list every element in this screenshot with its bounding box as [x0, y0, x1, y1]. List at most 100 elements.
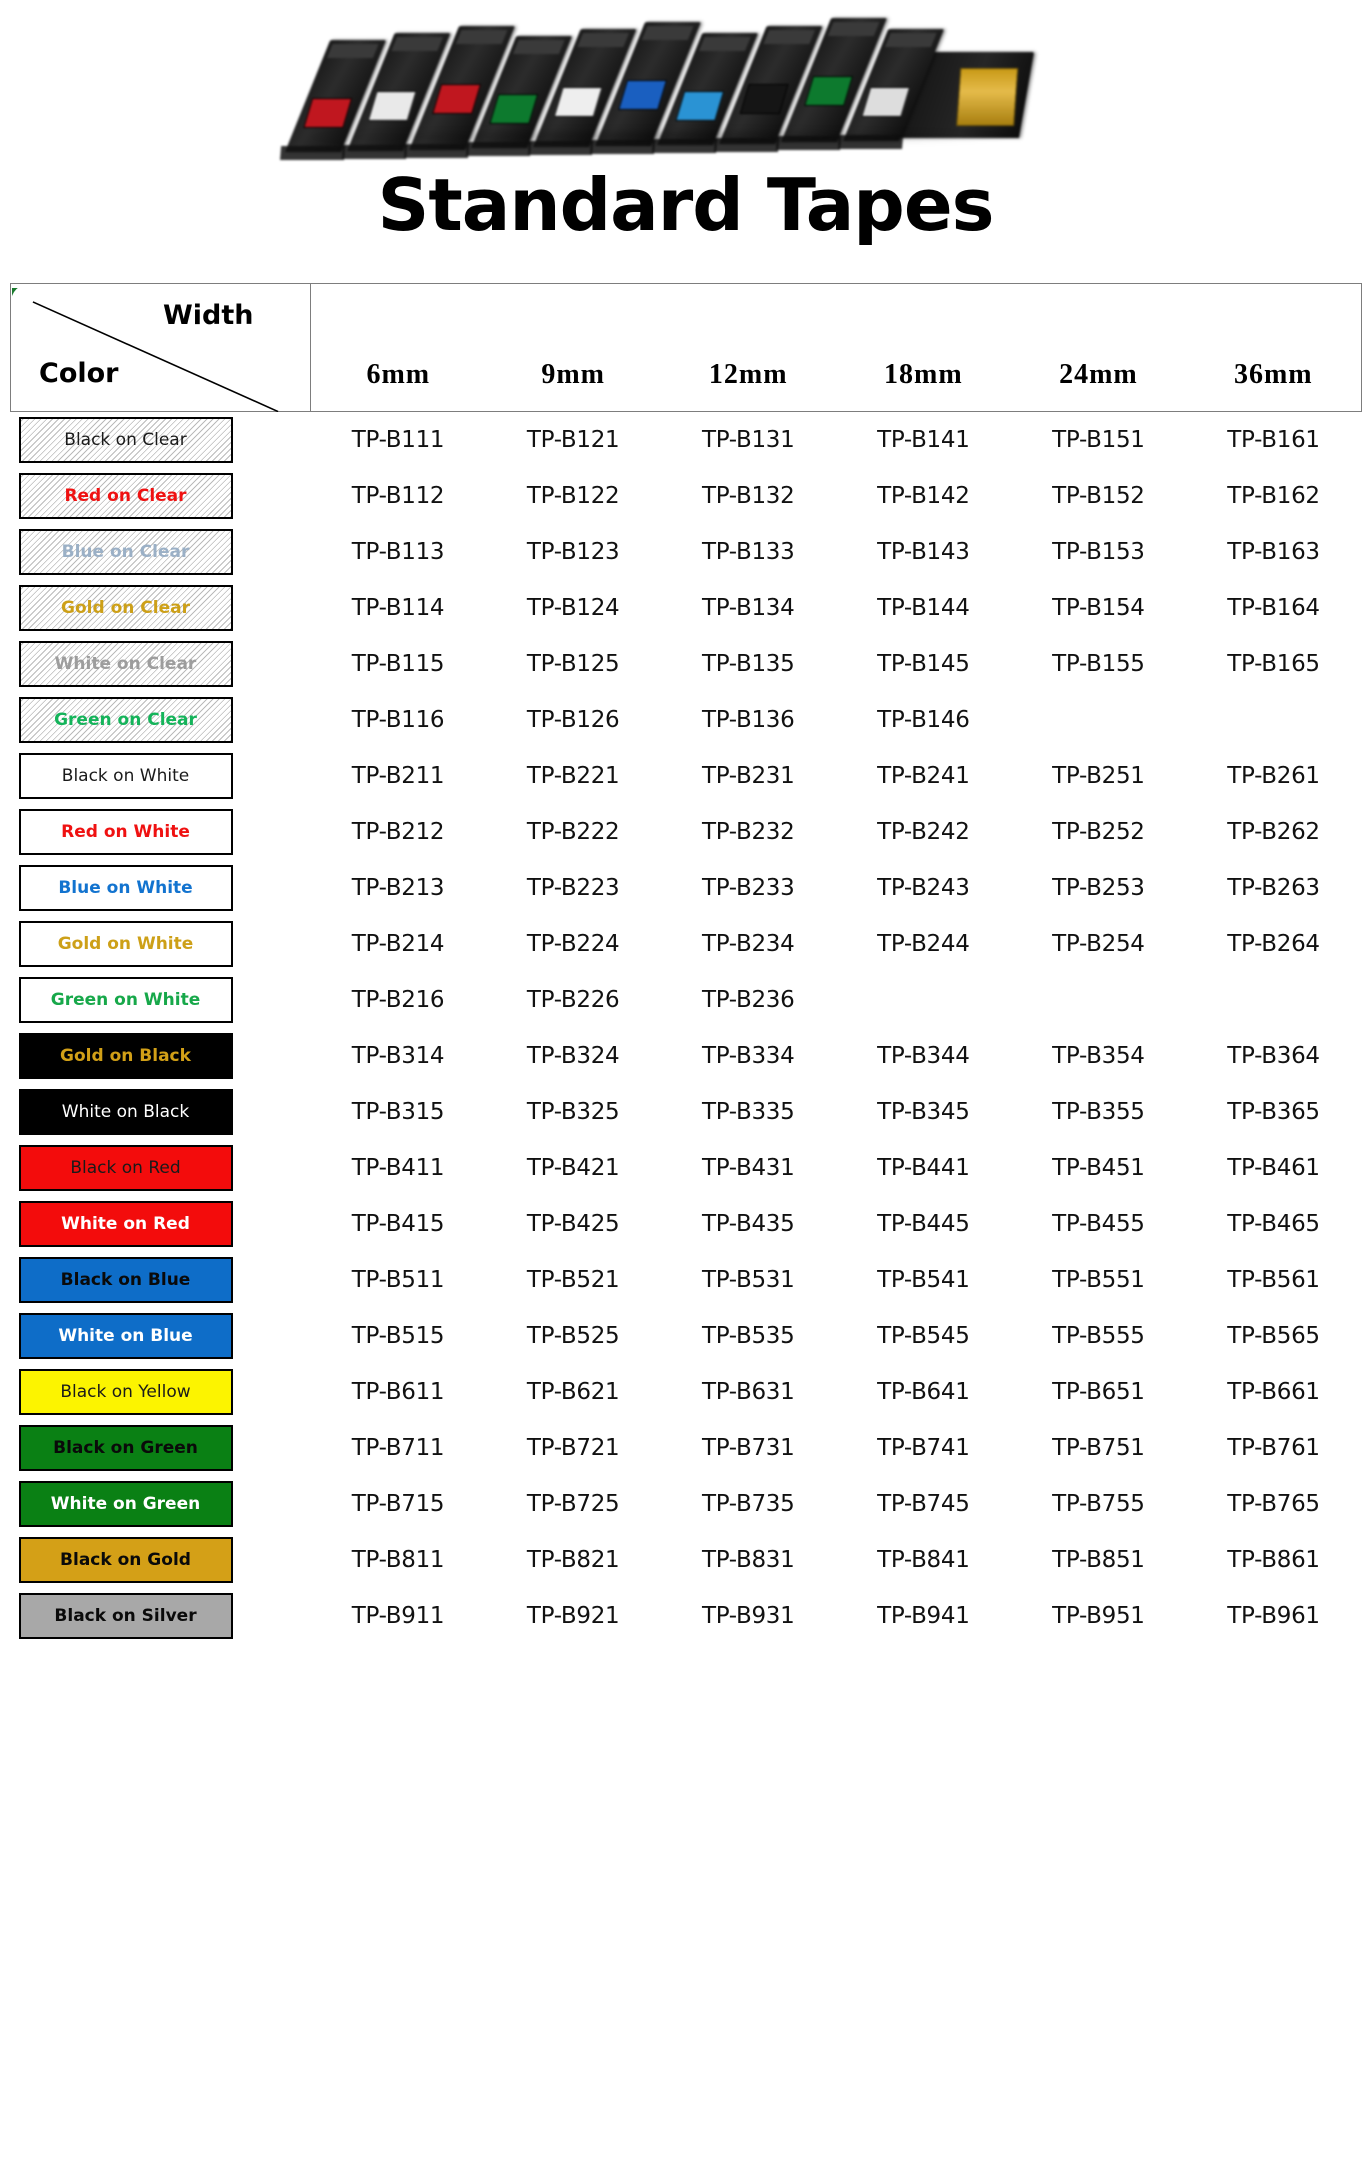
color-swatch: White on Black: [18, 1089, 233, 1135]
color-swatch: Gold on Black: [18, 1033, 233, 1079]
part-number-cell: TP-B241: [877, 763, 970, 789]
color-swatch-label: Black on Blue: [60, 1269, 191, 1290]
color-swatch-cell: White on Blue: [11, 1308, 311, 1364]
cartridge-label-window: [432, 83, 482, 114]
table-row: Gold on White TP-B214 TP-B224 TP-B234 TP-B24…: [11, 916, 1362, 972]
column-header-12mm: 12mm: [660, 283, 836, 412]
table-row: White on Black TP-B315 TP-B325 TP-B335 TP-B3…: [11, 1084, 1362, 1140]
color-swatch: Gold on White: [18, 921, 233, 967]
cartridge-top-notch: [698, 36, 751, 51]
color-swatch-label: White on Blue: [58, 1325, 193, 1346]
part-number-cell: TP-B831: [701, 1547, 795, 1573]
table-row: White on Blue TP-B515 TP-B525 TP-B535 TP-B54…: [11, 1308, 1362, 1364]
part-number-cell: TP-B125: [526, 651, 620, 677]
header-corner-cell: Width Color: [10, 283, 311, 412]
color-swatch-cell: Black on Red: [11, 1140, 311, 1196]
part-number-cell: TP-B621: [526, 1379, 620, 1405]
part-number-cell: TP-B735: [701, 1491, 795, 1517]
part-number-cell: TP-B731: [701, 1435, 795, 1461]
cartridge-top-notch: [827, 22, 880, 37]
part-number-cell: TP-B165: [1227, 651, 1320, 677]
part-number-cell: TP-B142: [877, 483, 970, 509]
table-row: Gold on Black TP-B314 TP-B324 TP-B334 TP-B34…: [11, 1028, 1362, 1084]
empty-cell: [1186, 972, 1361, 1028]
empty-cell: [836, 972, 1011, 1028]
part-number-cell: TP-B116: [351, 707, 445, 733]
color-swatch: White on Red: [18, 1201, 233, 1247]
part-number-cell: TP-B555: [1052, 1323, 1145, 1349]
color-swatch-cell: White on Clear: [11, 636, 311, 692]
part-number-cell: TP-B135: [701, 651, 795, 677]
part-number-cell: TP-B223: [526, 875, 620, 901]
part-number-cell: TP-B335: [701, 1099, 795, 1125]
color-swatch-label: White on Red: [61, 1213, 190, 1234]
part-number-cell: TP-B232: [701, 819, 795, 845]
part-number-cell: TP-B221: [526, 763, 620, 789]
part-number-cell: TP-B123: [526, 539, 620, 565]
part-number-cell: TP-B811: [351, 1547, 445, 1573]
part-number-cell: TP-B261: [1227, 763, 1320, 789]
part-number-cell: TP-B234: [701, 931, 795, 957]
table-row: White on Green TP-B715 TP-B725 TP-B735 TP-B7…: [11, 1476, 1362, 1532]
part-number-cell: TP-B211: [351, 763, 445, 789]
part-number-cell: TP-B164: [1227, 595, 1320, 621]
cartridge-label-window: [618, 80, 668, 110]
part-number-cell: TP-B153: [1052, 539, 1145, 565]
column-header-36mm: 36mm: [1185, 283, 1362, 412]
part-number-cell: TP-B441: [877, 1155, 970, 1181]
cartridge-top-notch: [326, 44, 379, 58]
cartridge-top-notch: [577, 33, 630, 48]
column-header-18mm: 18mm: [835, 283, 1011, 412]
column-header-9mm: 9mm: [485, 283, 661, 412]
part-number-cell: TP-B411: [351, 1155, 445, 1181]
part-number-cell: TP-B242: [877, 819, 970, 845]
color-swatch: White on Clear: [18, 641, 233, 687]
part-number-cell: TP-B122: [526, 483, 620, 509]
part-number-cell: TP-B451: [1052, 1155, 1145, 1181]
part-number-cell: TP-B162: [1227, 483, 1320, 509]
color-swatch: White on Blue: [18, 1313, 233, 1359]
part-number-cell: TP-B145: [877, 651, 970, 677]
part-number-cell: TP-B243: [877, 875, 970, 901]
part-number-cell: TP-B951: [1052, 1603, 1145, 1629]
table-row: Green on White TP-B216 TP-B226 TP-B236: [11, 972, 1362, 1028]
color-swatch: Black on White: [18, 753, 233, 799]
color-swatch: Red on Clear: [18, 473, 233, 519]
part-number-cell: TP-B132: [701, 483, 795, 509]
table-row: Blue on Clear TP-B113 TP-B123 TP-B133 TP-B14…: [11, 524, 1362, 580]
part-number-cell: TP-B431: [701, 1155, 795, 1181]
part-number-cell: TP-B511: [351, 1267, 445, 1293]
color-swatch-label: Black on Red: [70, 1157, 181, 1178]
table-row: Black on Blue TP-B511 TP-B521 TP-B531 TP-B54…: [11, 1252, 1362, 1308]
part-number-cell: TP-B651: [1052, 1379, 1145, 1405]
cartridge-label-window: [367, 90, 417, 121]
part-number-cell: TP-B222: [526, 819, 620, 845]
part-number-cell: TP-B755: [1052, 1491, 1145, 1517]
part-number-cell: TP-B214: [351, 931, 445, 957]
part-number-cell: TP-B354: [1052, 1043, 1145, 1069]
part-number-cell: TP-B721: [526, 1435, 620, 1461]
part-number-cell: TP-B465: [1227, 1211, 1320, 1237]
table-row: Gold on Clear TP-B114 TP-B124 TP-B134 TP-B14…: [11, 580, 1362, 636]
color-swatch: Black on Yellow: [18, 1369, 233, 1415]
part-number-cell: TP-B715: [351, 1491, 445, 1517]
color-swatch: Black on Green: [18, 1425, 233, 1471]
color-swatch: Red on White: [18, 809, 233, 855]
color-swatch-label: Green on Clear: [54, 709, 197, 730]
table-body: Black on Clear TP-B111 TP-B121 TP-B131 TP-B1…: [11, 412, 1362, 1645]
cartridge-base: [342, 144, 408, 159]
part-number-cell: TP-B435: [701, 1211, 795, 1237]
part-number-cell: TP-B611: [351, 1379, 445, 1405]
color-swatch: Black on Clear: [18, 417, 233, 463]
color-swatch-cell: Black on Gold: [11, 1532, 311, 1588]
part-number-cell: TP-B254: [1052, 931, 1145, 957]
cartridge-top-notch: [391, 36, 444, 51]
part-number-cell: TP-B226: [526, 987, 620, 1013]
color-swatch-cell: Black on White: [11, 748, 311, 804]
part-number-cell: TP-B262: [1227, 819, 1320, 845]
table-row: White on Clear TP-B115 TP-B125 TP-B135 TP-B1…: [11, 636, 1362, 692]
part-number-cell: TP-B535: [701, 1323, 795, 1349]
table-row: Red on Clear TP-B112 TP-B122 TP-B132 TP-B142…: [11, 468, 1362, 524]
part-number-cell: TP-B251: [1052, 763, 1145, 789]
color-swatch-cell: Gold on White: [11, 916, 311, 972]
